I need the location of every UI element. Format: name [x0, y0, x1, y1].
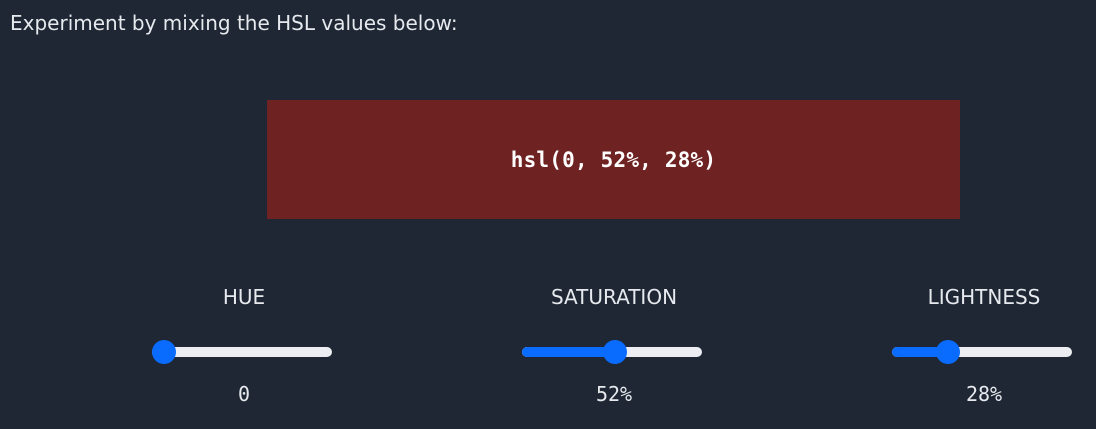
saturation-value: 52%: [595, 382, 633, 406]
lightness-title: LIGHTNESS: [927, 285, 1041, 309]
lightness-slider[interactable]: [892, 340, 1072, 364]
saturation-slider[interactable]: [522, 340, 702, 364]
color-preview-swatch: hsl(0, 52%, 28%): [267, 100, 960, 219]
hue-slider-thumb[interactable]: [152, 340, 176, 364]
saturation-title: SATURATION: [550, 285, 678, 309]
lightness-slider-thumb[interactable]: [935, 340, 960, 364]
hue-title: HUE: [222, 285, 266, 309]
intro-text: Experiment by mixing the HSL values belo…: [10, 11, 458, 35]
saturation-slider-thumb[interactable]: [603, 340, 628, 364]
hue-slider[interactable]: [152, 340, 332, 364]
hsl-value-label: hsl(0, 52%, 28%): [510, 147, 717, 172]
saturation-slider-fill: [522, 347, 616, 357]
lightness-value: 28%: [965, 382, 1003, 406]
hue-slider-track[interactable]: [152, 347, 332, 357]
hue-value: 0: [237, 382, 251, 406]
